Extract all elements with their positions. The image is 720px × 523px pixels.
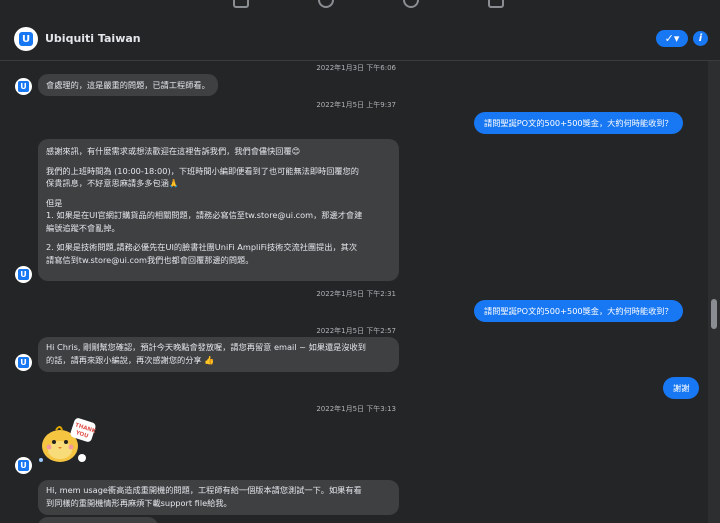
incoming-message[interactable]: Hi, mem usage衝高造成重開機的問題，工程師有給一個版本請您測試一下。… — [38, 480, 399, 515]
home-icon[interactable] — [233, 0, 249, 8]
message-line: Hi, mem usage衝高造成重開機的問題，工程師有給一個版本請您測試一下。… — [46, 485, 362, 495]
sender-avatar[interactable]: U — [15, 354, 32, 371]
timestamp: 2022年1月5日 下午2:57 — [316, 327, 396, 335]
ubiquiti-logo-icon: U — [18, 460, 29, 471]
gaming-icon[interactable] — [488, 0, 504, 8]
scroll-thumb[interactable] — [711, 299, 717, 329]
ubiquiti-logo-icon: U — [19, 32, 33, 46]
top-navigation-bar — [0, 0, 720, 12]
sender-avatar[interactable]: U — [15, 266, 32, 283]
groups-icon[interactable] — [403, 0, 419, 8]
message-thread: 2022年1月3日 下午6:06 U 會處理的，這是嚴重的問題，已請工程師看。 … — [0, 61, 708, 523]
ubiquiti-logo-icon: U — [18, 357, 29, 368]
message-line: 我們的上班時間為 (10:00-18:00)，下班時間小編即便看到了也可能無法即… — [46, 165, 359, 176]
timestamp: 2022年1月5日 下午3:13 — [316, 405, 396, 413]
incoming-message[interactable]: 感謝來訊，有什麼需求或想法歡迎在這裡告訴我們，我們會儘快回覆😊 我們的上班時間為… — [38, 139, 399, 281]
chat-header: U Ubiquiti Taiwan ✓▾ i — [0, 20, 720, 61]
message-line: 請寫信到tw.store@ui.com我們也都會回覆那邊的問題。 — [46, 254, 254, 265]
message-line: 保貴訊息，不好意思麻請多多包涵🙏 — [46, 178, 180, 188]
page-name[interactable]: Ubiquiti Taiwan — [45, 32, 141, 45]
ubiquiti-logo-icon: U — [18, 269, 29, 280]
sender-avatar[interactable]: U — [15, 457, 32, 474]
message-line: 1. 如果是在UI官網訂購貨品的相關問題，請務必寫信至tw.store@ui.c… — [46, 210, 363, 220]
outgoing-message[interactable]: 謝謝 — [663, 377, 700, 399]
message-line: 感謝來訊，有什麼需求或想法歡迎在這裡告訴我們，我們會儘快回覆😊 — [46, 146, 301, 156]
info-button[interactable]: i — [693, 31, 708, 46]
incoming-message[interactable]: 會處理的，這是嚴重的問題，已請工程師看。 — [38, 74, 218, 96]
message-line: 編號追蹤不會亂掉。 — [46, 222, 120, 233]
timestamp: 2022年1月3日 下午6:06 — [316, 64, 396, 72]
incoming-message[interactable]: Hi Chris, 剛剛幫您確認，預計今天晚點會發放喔，請您再留意 email … — [38, 337, 399, 372]
friends-icon[interactable] — [318, 0, 334, 8]
mark-done-button[interactable]: ✓▾ — [656, 30, 688, 47]
page-avatar[interactable]: U — [14, 27, 38, 51]
ubiquiti-logo-icon: U — [18, 81, 29, 92]
sender-avatar[interactable]: U — [15, 78, 32, 95]
timestamp: 2022年1月5日 上午9:37 — [316, 101, 396, 109]
message-line: 的話，請再來跟小編說，再次感謝您的分享 👍 — [46, 354, 215, 365]
message-line: 但是 — [46, 197, 63, 208]
incoming-message[interactable] — [38, 517, 158, 523]
message-line: 2. 如果是技術問題,請務必優先在UI的臉書社團UniFi AmpliFi技術交… — [46, 242, 358, 252]
message-line: 到同樣的重開機情形再麻煩下載support file給我。 — [46, 497, 232, 508]
message-line: Hi Chris, 剛剛幫您確認，預計今天晚點會發放喔，請您再留意 email … — [46, 342, 366, 352]
message-text: 會處理的，這是嚴重的問題，已請工程師看。 — [46, 80, 210, 90]
thank-you-sticker[interactable]: THANK YOU — [36, 416, 98, 468]
outgoing-message[interactable]: 請問聖誕PO文的500+500獎金，大約何時能收到？ — [474, 112, 683, 134]
timestamp: 2022年1月5日 下午2:31 — [316, 290, 396, 298]
chat-scrollbar[interactable] — [708, 61, 720, 523]
outgoing-message[interactable]: 請問聖誕PO文的500+500獎金，大約何時能收到？ — [474, 300, 683, 322]
